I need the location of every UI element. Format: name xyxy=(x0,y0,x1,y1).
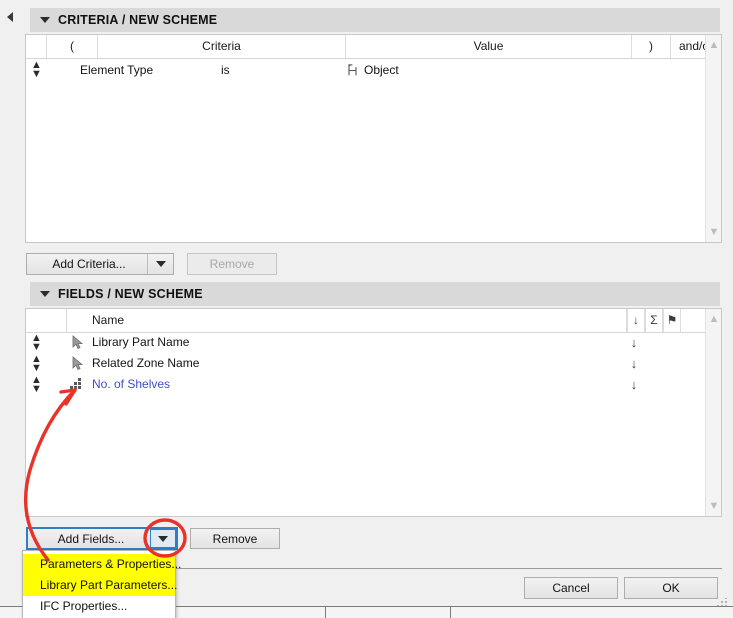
menu-item-parameters-properties[interactable]: Parameters & Properties... xyxy=(23,554,181,575)
remove-fields-button[interactable]: Remove xyxy=(190,528,280,549)
ok-button[interactable]: OK xyxy=(624,577,718,599)
fields-col-reorder xyxy=(26,309,67,332)
chevron-up-icon[interactable]: ▲ xyxy=(706,312,721,326)
criteria-vertical-scrollbar[interactable]: ▲ ▼ xyxy=(705,35,721,242)
remove-criteria-label: Remove xyxy=(209,257,255,271)
organizer-scheme-settings-dialog: CRITERIA / NEW SCHEME ( Criteria Value )… xyxy=(0,0,733,618)
chevron-down-icon[interactable]: ▼ xyxy=(706,499,721,513)
cursor-arrow-icon xyxy=(72,356,84,371)
add-fields-label: Add Fields... xyxy=(57,531,125,546)
left-gutter xyxy=(0,0,22,612)
criteria-cell-name[interactable]: Element Type xyxy=(80,59,153,81)
triangle-down-icon xyxy=(158,535,168,542)
table-row[interactable]: ▲ ▼ Element Type is Object xyxy=(26,59,721,81)
menu-item-library-part-parameters[interactable]: Library Part Parameters... xyxy=(23,575,177,596)
criteria-col-open-paren[interactable]: ( xyxy=(47,35,98,58)
add-fields-dropdown-menu[interactable]: Parameters & Properties... Library Part … xyxy=(22,550,181,618)
sort-descending-icon[interactable]: ↓ xyxy=(627,332,641,353)
sum-sigma-icon[interactable]: Σ xyxy=(645,309,663,332)
chevron-down-icon[interactable]: ▼ xyxy=(706,225,721,239)
fields-col-name[interactable]: Name xyxy=(67,309,627,332)
sort-descending-icon[interactable]: ↓ xyxy=(627,353,641,374)
triangle-down-icon xyxy=(40,291,50,297)
fields-column-header: Name ↓ Σ ⚑ xyxy=(26,309,721,333)
up-down-arrows-icon[interactable]: ▲ ▼ xyxy=(31,60,42,80)
ok-label: OK xyxy=(662,581,680,595)
table-row[interactable]: ▲ ▼ No. of Shelves ↓ xyxy=(26,374,721,395)
remove-fields-label: Remove xyxy=(212,531,258,546)
bg-divider xyxy=(325,607,326,618)
criteria-list-panel[interactable]: ( Criteria Value ) and/or ▲ ▼ Element Typ… xyxy=(25,34,722,243)
triangle-down-icon xyxy=(155,261,166,267)
criteria-column-header: ( Criteria Value ) and/or xyxy=(26,35,721,59)
menu-item-ifc-properties[interactable]: IFC Properties... xyxy=(23,596,175,617)
criteria-cell-value[interactable]: Object xyxy=(364,59,399,81)
table-row[interactable]: ▲ ▼ Library Part Name ↓ xyxy=(26,332,721,353)
left-triangle-icon[interactable] xyxy=(7,12,13,22)
criteria-col-criteria[interactable]: Criteria xyxy=(98,35,346,58)
sort-descending-icon[interactable]: ↓ xyxy=(627,374,641,395)
up-down-arrows-icon[interactable]: ▲ ▼ xyxy=(31,375,42,395)
criteria-section-header[interactable]: CRITERIA / NEW SCHEME xyxy=(30,8,720,32)
add-fields-dropdown-button[interactable] xyxy=(150,529,176,548)
fields-section-header[interactable]: FIELDS / NEW SCHEME xyxy=(30,282,720,306)
add-criteria-button[interactable]: Add Criteria... xyxy=(26,253,174,275)
criteria-cell-operator[interactable]: is xyxy=(221,59,230,81)
fields-vertical-scrollbar[interactable]: ▲ ▼ xyxy=(705,309,721,516)
triangle-down-icon xyxy=(40,17,50,23)
cancel-label: Cancel xyxy=(552,581,590,595)
add-criteria-label: Add Criteria... xyxy=(52,257,126,271)
add-criteria-dropdown-button[interactable] xyxy=(147,254,173,274)
bg-divider xyxy=(450,607,451,618)
parameter-grid-icon xyxy=(70,378,81,389)
up-down-arrows-icon[interactable]: ▲ ▼ xyxy=(31,333,42,353)
criteria-col-reorder xyxy=(26,35,47,58)
field-name[interactable]: Related Zone Name xyxy=(92,353,199,374)
cursor-arrow-icon xyxy=(72,335,84,350)
cancel-button[interactable]: Cancel xyxy=(524,577,618,599)
up-down-arrows-icon[interactable]: ▲ ▼ xyxy=(31,354,42,374)
sort-descending-icon[interactable]: ↓ xyxy=(627,309,645,332)
field-name[interactable]: Library Part Name xyxy=(92,332,189,353)
table-row[interactable]: ▲ ▼ Related Zone Name ↓ xyxy=(26,353,721,374)
criteria-section-title: CRITERIA / NEW SCHEME xyxy=(58,13,218,27)
criteria-col-close-paren[interactable]: ) xyxy=(632,35,671,58)
flag-icon[interactable]: ⚑ xyxy=(663,309,681,332)
fields-list-panel[interactable]: Name ↓ Σ ⚑ ▲ ▼ Library Part Name ↓ ▲ ▼ Rel… xyxy=(25,308,722,517)
criteria-col-value[interactable]: Value xyxy=(346,35,632,58)
add-fields-button[interactable]: Add Fields... xyxy=(26,527,178,550)
fields-section-title: FIELDS / NEW SCHEME xyxy=(58,287,203,301)
chevron-up-icon[interactable]: ▲ xyxy=(706,38,721,52)
remove-criteria-button[interactable]: Remove xyxy=(187,253,277,275)
object-chair-icon xyxy=(348,63,357,76)
field-name[interactable]: No. of Shelves xyxy=(92,374,170,395)
